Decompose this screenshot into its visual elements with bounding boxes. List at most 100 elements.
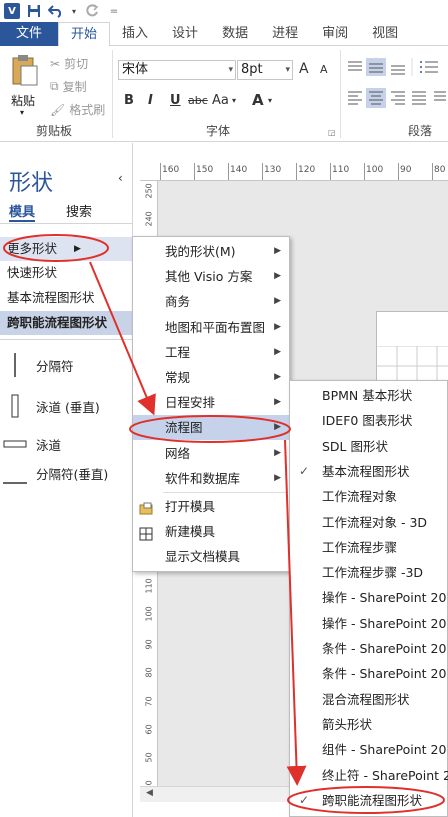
submenu-item[interactable]: 工作流程步骤 (290, 535, 448, 560)
menu-item-label: 我的形状(M) (165, 244, 236, 259)
menu-item[interactable]: 显示文档模具 (133, 544, 289, 569)
menu-item[interactable]: 流程图 ▶ (133, 415, 289, 441)
stencil-basic-flowchart[interactable]: 基本流程图形状 (0, 286, 133, 310)
font-color-button[interactable]: A (252, 91, 264, 109)
quick-access-toolbar: V ▾ = (0, 0, 448, 22)
cut-button[interactable]: ✂ 剪切 (50, 55, 88, 72)
paste-label: 粘贴 (11, 94, 36, 108)
font-name-select[interactable]: 宋体 ▾ (118, 60, 236, 80)
submenu-item-label: 终止符 - SharePoint 2 (322, 767, 448, 783)
undo-dropdown-icon[interactable]: ▾ (70, 3, 78, 19)
menu-item[interactable]: 打开模具 (133, 494, 289, 519)
menu-item-label: 地图和平面布置图 (165, 319, 266, 335)
ruler-tick-label: 70 (144, 695, 154, 707)
italic-button[interactable]: I (148, 93, 153, 108)
submenu-item[interactable]: 组件 - SharePoint 201 (290, 737, 448, 762)
submenu-item[interactable]: 箭头形状 (290, 712, 448, 737)
menu-item[interactable]: 商务 ▶ (133, 289, 289, 314)
underline-button[interactable]: U (170, 93, 181, 108)
ribbon: 粘贴 ▾ ✂ 剪切 ⧉ 复制 🖌 格式刷 剪贴板 宋体 ▾ 8pt ▾ A A B I… (0, 46, 448, 142)
chevron-down-icon: ▾ (285, 65, 290, 75)
tab-home[interactable]: 开始 (58, 22, 111, 47)
chevron-right-icon: ▶ (274, 246, 281, 256)
submenu-item[interactable]: 终止符 - SharePoint 2 (290, 763, 448, 788)
format-painter-button[interactable]: 🖌 格式刷 (50, 101, 105, 118)
submenu-item[interactable]: 条件 - SharePoint 201 (290, 636, 448, 661)
change-case-button[interactable]: Aa (212, 93, 229, 108)
submenu-item[interactable]: 操作 - SharePoint 201 (290, 585, 448, 610)
tab-search[interactable]: 搜索 (66, 201, 92, 220)
copy-icon: ⧉ (50, 79, 59, 93)
submenu-item[interactable]: 工作流程步骤 -3D (290, 560, 448, 585)
submenu-item-label: 工作流程对象 - 3D (322, 514, 428, 530)
paste-button[interactable]: 粘贴 ▾ (8, 52, 40, 118)
menu-item[interactable]: 地图和平面布置图 ▶ (133, 315, 289, 340)
stencil-divider (0, 339, 133, 340)
shape-separator-vertical[interactable]: 分隔符(垂直) (0, 467, 133, 503)
ruler-tick (330, 163, 331, 180)
menu-item[interactable]: 工程 ▶ (133, 340, 289, 365)
submenu-item[interactable]: 条件 - SharePoint 201 (290, 661, 448, 686)
tab-insert[interactable]: 插入 (110, 22, 160, 46)
save-icon[interactable] (26, 3, 42, 19)
menu-item[interactable]: 软件和数据库 ▶ (133, 466, 289, 491)
submenu-item[interactable]: 工作流程对象 - 3D (290, 510, 448, 535)
menu-item[interactable]: 我的形状(M) ▶ (133, 239, 289, 264)
submenu-item[interactable]: 混合流程图形状 (290, 687, 448, 712)
shape-swimlane[interactable]: 泳道 (0, 431, 133, 457)
font-dialog-launcher-icon[interactable]: ◲ (328, 128, 336, 137)
ruler-tick-label: 140 (230, 165, 248, 175)
stencil-cross-functional[interactable]: 跨职能流程图形状 (0, 311, 133, 335)
strikethrough-button[interactable]: abc (188, 94, 208, 107)
tab-file[interactable]: 文件 (0, 22, 59, 46)
customize-qat-icon[interactable]: = (106, 3, 122, 19)
submenu-item[interactable]: ✓ 跨职能流程图形状 (290, 788, 448, 813)
collapse-pane-icon[interactable]: ‹ (118, 171, 123, 185)
stencil-quick-shapes[interactable]: 快速形状 (0, 261, 133, 285)
menu-item[interactable]: 其他 Visio 方案 ▶ (133, 264, 289, 289)
stencil-label: 基本流程图形状 (7, 290, 95, 305)
menu-item[interactable]: 常规 ▶ (133, 365, 289, 390)
submenu-item[interactable]: ✓ 基本流程图形状 (290, 459, 448, 484)
chevron-right-icon: ▶ (274, 472, 281, 483)
shape-separator[interactable]: 分隔符 (0, 351, 133, 379)
submenu-item-label: 混合流程图形状 (322, 691, 410, 707)
paste-dropdown-icon[interactable]: ▾ (20, 108, 24, 117)
submenu-item[interactable]: BPMN 基本形状 (290, 383, 448, 408)
format-painter-label: 格式刷 (69, 103, 106, 117)
case-dropdown-icon[interactable]: ▾ (232, 96, 236, 105)
font-color-dropdown-icon[interactable]: ▾ (268, 96, 272, 105)
tab-data[interactable]: 数据 (210, 22, 260, 46)
menu-item-label: 日程安排 (165, 395, 216, 411)
menu-item-label: 新建模具 (165, 524, 216, 540)
checkmark-icon: ✓ (299, 792, 310, 807)
scroll-left-icon[interactable]: ◀ (146, 788, 153, 798)
shape-swimlane-vertical[interactable]: 泳道 (垂直) (0, 391, 133, 421)
tab-stencils[interactable]: 模具 (9, 201, 35, 220)
tab-process[interactable]: 进程 (260, 22, 310, 46)
stencil-label: 跨职能流程图形状 (7, 315, 108, 330)
tab-review[interactable]: 审阅 (310, 22, 360, 46)
submenu-item-label: 组件 - SharePoint 201 (322, 742, 448, 758)
menu-item[interactable]: 新建模具 (133, 519, 289, 544)
bold-button[interactable]: B (124, 93, 134, 108)
redo-icon[interactable] (84, 3, 100, 19)
grow-font-button[interactable]: A (299, 61, 309, 77)
copy-button[interactable]: ⧉ 复制 (50, 78, 87, 95)
stencil-more-shapes[interactable]: 更多形状 ▶ (0, 237, 133, 261)
menu-item[interactable]: 网络 ▶ (133, 441, 289, 466)
shrink-font-button[interactable]: A (320, 63, 328, 76)
undo-icon[interactable] (48, 3, 64, 19)
font-group-label: 字体 (206, 124, 231, 138)
submenu-item[interactable]: SDL 图形状 (290, 434, 448, 459)
submenu-item[interactable]: IDEF0 图表形状 (290, 408, 448, 433)
submenu-item[interactable]: 工作流程对象 (290, 484, 448, 509)
menu-item-label: 网络 (165, 445, 191, 461)
font-size-select[interactable]: 8pt ▾ (237, 60, 293, 80)
chevron-right-icon: ▶ (274, 422, 281, 433)
shape-label: 泳道 (垂直) (36, 399, 100, 415)
tab-view[interactable]: 视图 (360, 22, 410, 46)
submenu-item[interactable]: 操作 - SharePoint 201 (290, 611, 448, 636)
tab-design[interactable]: 设计 (160, 22, 210, 46)
menu-item[interactable]: 日程安排 ▶ (133, 390, 289, 415)
